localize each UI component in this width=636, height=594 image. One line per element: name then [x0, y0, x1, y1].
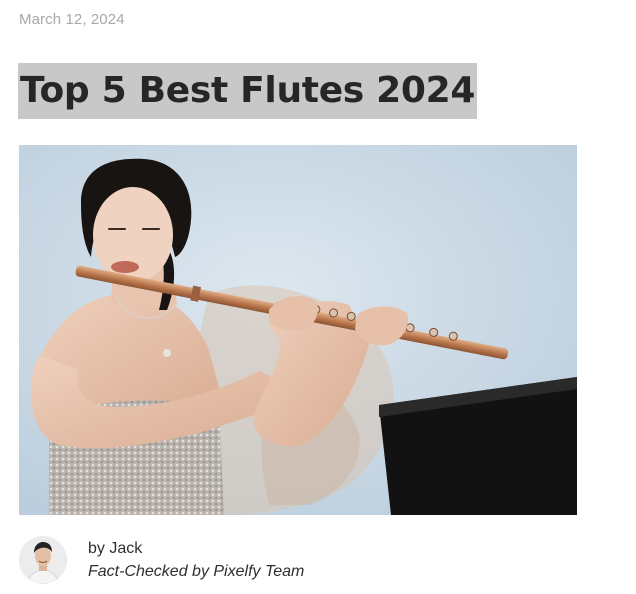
fact-checked-note: Fact-Checked by Pixelfy Team [88, 562, 305, 580]
avatar-icon [19, 536, 67, 584]
post-date: March 12, 2024 [19, 11, 125, 28]
page-title: Top 5 Best Flutes 2024 [20, 70, 476, 111]
title-highlight: Top 5 Best Flutes 2024 [18, 63, 478, 119]
hero-image [19, 145, 577, 515]
author-avatar[interactable] [19, 536, 67, 584]
author-meta: by Jack Fact-Checked by Pixelfy Team [88, 540, 304, 581]
flute-player-photo [19, 145, 577, 515]
author-byline[interactable]: by Jack [88, 540, 304, 558]
article-header: March 12, 2024 Top 5 Best Flutes 2024 by… [0, 0, 636, 594]
author-block: by Jack Fact-Checked by Pixelfy Team [19, 536, 304, 584]
